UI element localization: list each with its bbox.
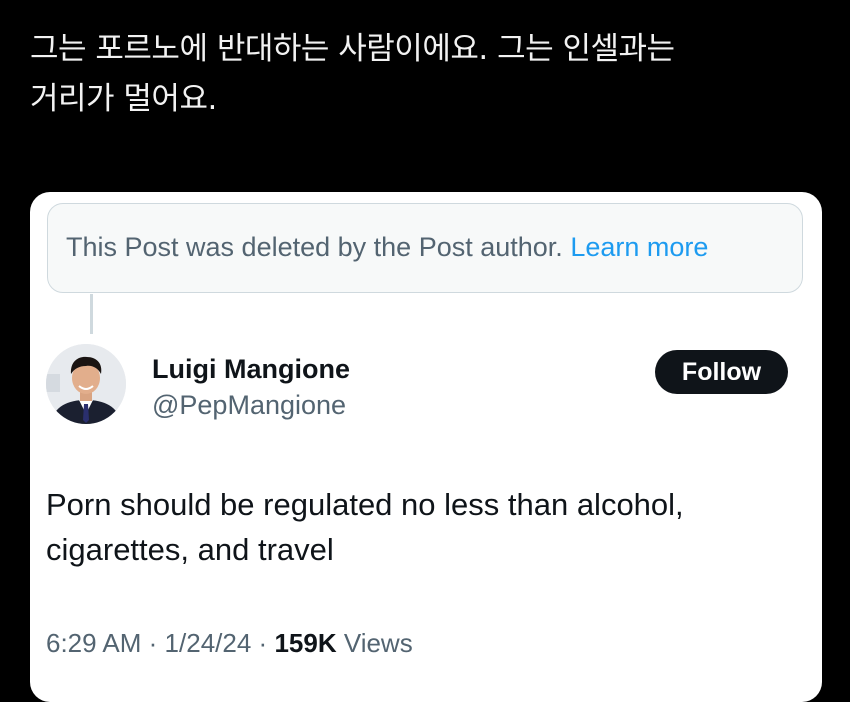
views-count: 159K [274, 628, 337, 658]
thread-connector-line [90, 294, 93, 334]
caption-line-2: 거리가 멀어요. [30, 81, 217, 117]
views-label: Views [343, 628, 413, 658]
post-time[interactable]: 6:29 AM [46, 628, 141, 658]
avatar-image [46, 344, 126, 424]
post-date[interactable]: 1/24/24 [165, 628, 252, 658]
quoted-post-card[interactable]: This Post was deleted by the Post author… [30, 192, 822, 702]
author-handle[interactable]: @PepMangione [152, 386, 350, 424]
caption-text: 그는 포르노에 반대하는 사람이에요. 그는 인셀과는 거리가 멀어요. [30, 24, 830, 124]
author-info[interactable]: Luigi Mangione @PepMangione [152, 352, 350, 424]
caption-line-1: 그는 포르노에 반대하는 사람이에요. 그는 인셀과는 [30, 31, 675, 67]
deleted-notice-text: This Post was deleted by the Post author… [66, 232, 563, 262]
avatar[interactable] [46, 344, 126, 424]
post-text: Porn should be regulated no less than al… [46, 487, 684, 567]
meta-separator: · [258, 628, 268, 658]
author-name[interactable]: Luigi Mangione [152, 352, 350, 386]
post-meta: 6:29 AM · 1/24/24 · 159K Views [46, 628, 413, 659]
follow-button[interactable]: Follow [655, 350, 788, 394]
learn-more-link[interactable]: Learn more [570, 232, 708, 262]
meta-separator: · [148, 628, 158, 658]
deleted-post-notice: This Post was deleted by the Post author… [47, 203, 803, 293]
